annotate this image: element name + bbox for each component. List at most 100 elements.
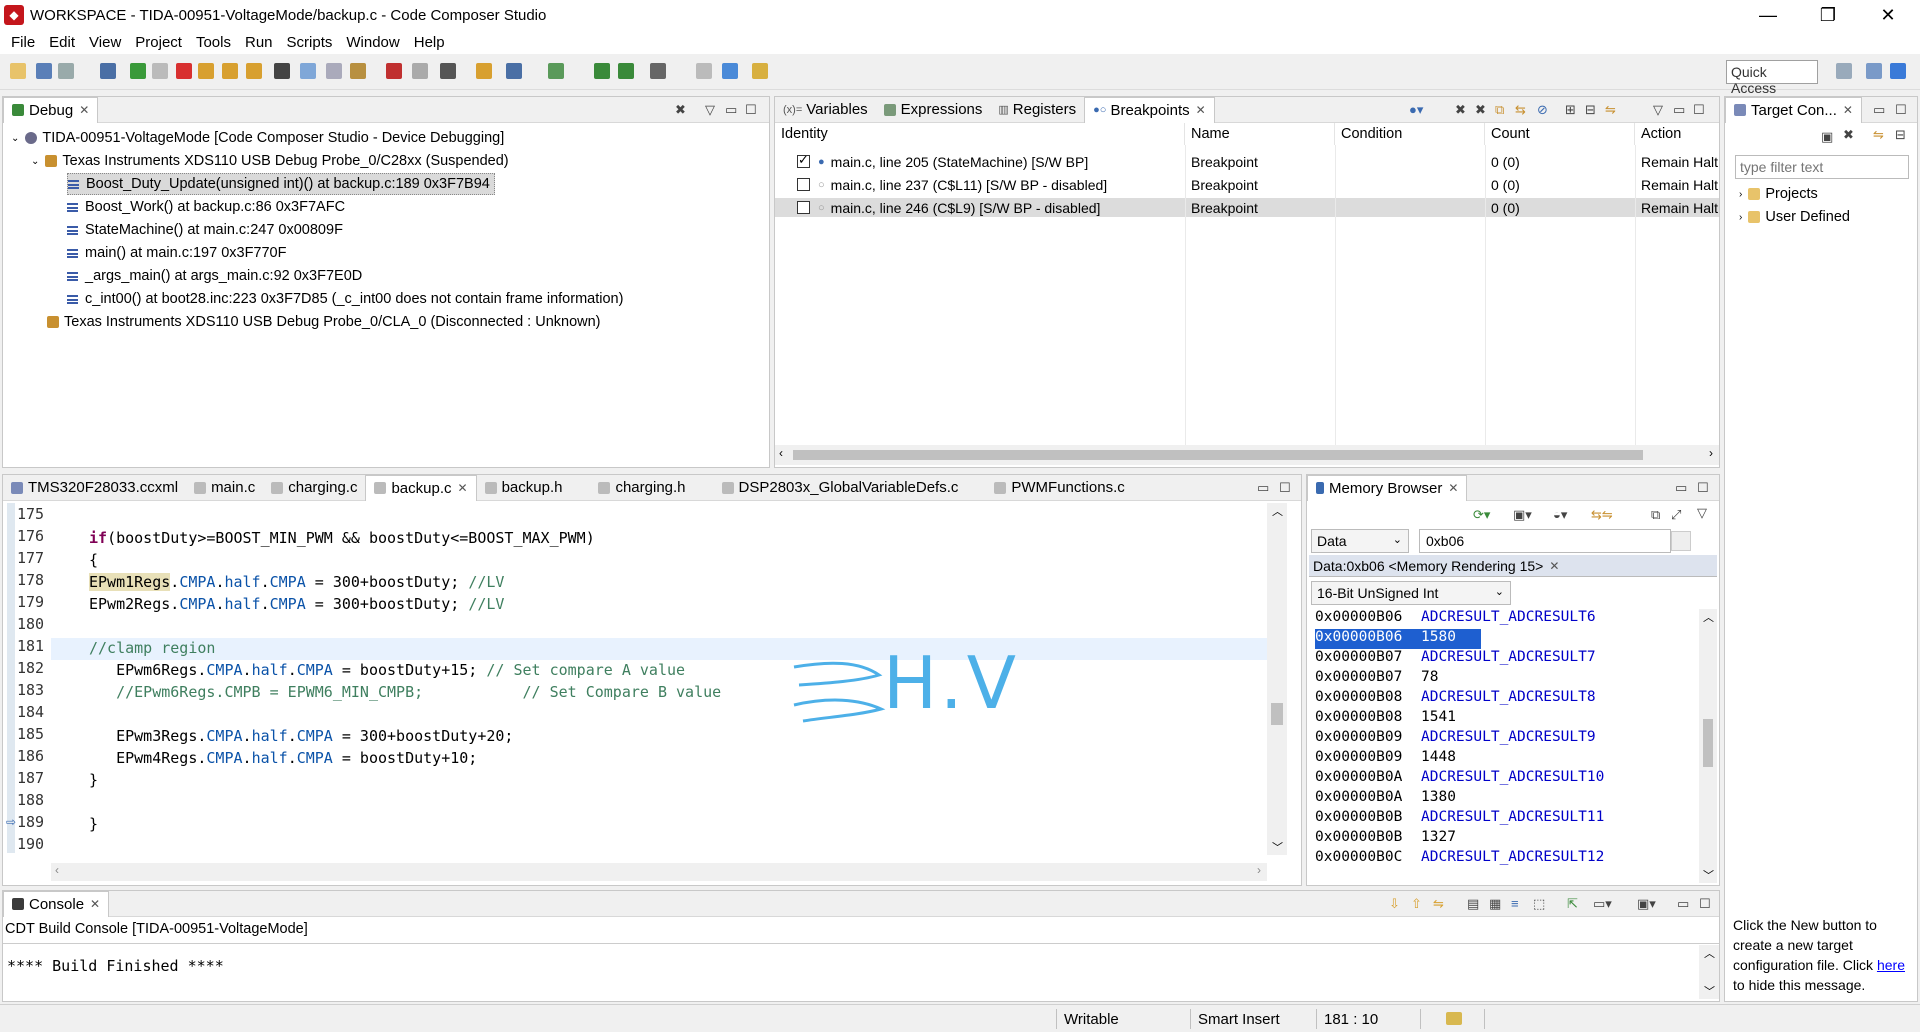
editor-horizontal-scrollbar[interactable]: ‹ › xyxy=(51,863,1267,881)
menu-project[interactable]: Project xyxy=(128,34,189,51)
memory-vertical-scrollbar[interactable]: ︿ ﹀ xyxy=(1699,609,1717,883)
console-output[interactable]: **** Build Finished **** xyxy=(7,957,224,975)
tab-dsp2803x-globalvariabledefs-c[interactable]: DSP2803x_GlobalVariableDefs.c xyxy=(714,475,967,501)
scroll-lock-icon[interactable]: ⬚ xyxy=(1533,896,1545,912)
memory-address-input[interactable]: 0xb06 xyxy=(1419,529,1671,553)
tab-backup-c[interactable]: backup.c ✕ xyxy=(365,474,477,501)
new-target-icon[interactable]: ▣ xyxy=(1821,129,1833,145)
minimize-icon[interactable]: ▭ xyxy=(1675,480,1687,496)
breakpoint-checkbox[interactable] xyxy=(797,152,810,168)
memory-value-row[interactable]: 0x00000B09 1448 xyxy=(1315,749,1456,769)
tab-expressions[interactable]: Expressions xyxy=(876,97,991,123)
breakpoint-row[interactable]: ○ main.c, line 237 (C$L11) [S/W BP - dis… xyxy=(775,175,1719,194)
menu-edit[interactable]: Edit xyxy=(42,34,82,51)
target-icon[interactable] xyxy=(506,63,522,79)
display-console-icon[interactable]: ▭▾ xyxy=(1593,896,1612,912)
pin-icon[interactable] xyxy=(752,63,768,79)
disconnect-icon[interactable] xyxy=(326,63,342,79)
save-memory-icon[interactable]: ▣▾ xyxy=(1513,507,1532,523)
delete-icon[interactable]: ✖ xyxy=(1843,127,1854,143)
column-count[interactable]: Count xyxy=(1485,123,1635,145)
memory-symbol-row[interactable]: 0x00000B0C ADCRESULT_ADCRESULT12 xyxy=(1315,849,1604,869)
ccs-debug-perspective-icon[interactable] xyxy=(1890,63,1906,79)
save-icon[interactable] xyxy=(36,63,52,79)
column-identity[interactable]: Identity xyxy=(775,123,1185,145)
breakpoint-row[interactable]: ● main.c, line 205 (StateMachine) [S/W B… xyxy=(775,152,1719,171)
open-console-icon[interactable]: ▣▾ xyxy=(1637,896,1656,912)
remove-terminated-icon[interactable]: ✖ xyxy=(675,102,686,118)
remove-breakpoint-icon[interactable]: ✖ xyxy=(1455,102,1466,118)
close-icon[interactable]: ✕ xyxy=(79,103,89,117)
debug-settings-icon[interactable] xyxy=(548,63,564,79)
close-icon[interactable]: ✕ xyxy=(458,481,468,495)
collapse-icon[interactable]: ⊟ xyxy=(1895,127,1906,143)
tree-item-projects[interactable]: › Projects xyxy=(1739,183,1818,205)
tab-breakpoints[interactable]: ●○ Breakpoints ✕ xyxy=(1084,96,1215,123)
expand-all-icon[interactable]: ⊞ xyxy=(1565,102,1576,118)
source-code[interactable]: if(boostDuty>=BOOST_MIN_PWM && boostDuty… xyxy=(89,527,721,835)
close-icon[interactable]: ✕ xyxy=(1843,103,1853,117)
view-menu-icon[interactable]: ▽ xyxy=(1653,102,1663,118)
view-menu-icon[interactable]: ▽ xyxy=(1697,505,1707,521)
new-breakpoint-icon[interactable]: ●▾ xyxy=(1409,102,1423,118)
column-condition[interactable]: Condition xyxy=(1335,123,1485,145)
stack-frame-main[interactable]: main() at main.c:197 0x3F770F xyxy=(67,242,286,264)
hide-message-link[interactable]: here xyxy=(1877,957,1905,973)
go-to-file-icon[interactable]: ⇆ xyxy=(1515,102,1526,118)
grid-icon[interactable] xyxy=(274,63,290,79)
suspend-icon[interactable] xyxy=(152,63,168,79)
stack-frame-c-int00[interactable]: c_int00() at boot28.inc:223 0x3F7D85 (_c… xyxy=(67,288,623,310)
tab-charging-c[interactable]: charging.c xyxy=(263,475,365,501)
maximize-icon[interactable]: ☐ xyxy=(1279,480,1291,496)
tools-icon[interactable] xyxy=(476,63,492,79)
minimize-icon[interactable]: ▭ xyxy=(1677,896,1689,912)
tab-memory-browser[interactable]: Memory Browser ✕ xyxy=(1307,474,1468,501)
memory-icon[interactable] xyxy=(350,63,366,79)
step-return-icon[interactable] xyxy=(246,63,262,79)
menu-help[interactable]: Help xyxy=(407,34,452,51)
maximize-icon[interactable]: ☐ xyxy=(1693,102,1705,118)
maximize-icon[interactable]: ☐ xyxy=(1697,480,1709,496)
minimize-icon[interactable]: ▭ xyxy=(725,102,737,118)
link-icon[interactable]: ⇋ xyxy=(1433,896,1444,912)
memory-symbol-row[interactable]: 0x00000B09 ADCRESULT_ADCRESULT9 xyxy=(1315,729,1596,749)
tab-variables[interactable]: (x)= Variables xyxy=(775,97,876,123)
memory-value-row[interactable]: 0x00000B0A 1380 xyxy=(1315,789,1456,809)
tab-debug[interactable]: Debug ✕ xyxy=(3,96,99,123)
open-perspective-icon[interactable] xyxy=(1836,63,1852,79)
editor-vertical-scrollbar[interactable]: ︿ ﹀ xyxy=(1267,503,1287,855)
memory-value-row[interactable]: 0x00000B07 78 xyxy=(1315,669,1438,689)
tab-tms320f28033-ccxml[interactable]: TMS320F28033.ccxml xyxy=(3,475,186,501)
terminate-icon[interactable] xyxy=(176,63,192,79)
previous-problem-icon[interactable]: ⇧ xyxy=(1411,896,1422,912)
memory-symbol-row[interactable]: 0x00000B08 ADCRESULT_ADCRESULT8 xyxy=(1315,689,1596,709)
load-memory-icon[interactable]: ◒▾ xyxy=(1553,507,1567,523)
pin-console-icon[interactable]: ⇱ xyxy=(1567,896,1578,912)
column-action[interactable]: Action xyxy=(1635,123,1721,145)
minimize-icon[interactable]: ▭ xyxy=(1257,480,1269,496)
tab-backup-h[interactable]: backup.h xyxy=(477,475,571,501)
memory-value-row[interactable]: 0x00000B0B 1327 xyxy=(1315,829,1456,849)
stack-frame-boost-duty-update[interactable]: Boost_Duty_Update(unsigned int)() at bac… xyxy=(67,173,495,195)
link-icon[interactable]: ⇋ xyxy=(1605,102,1616,118)
status-folder-icon[interactable] xyxy=(1446,1012,1462,1025)
menu-window[interactable]: Window xyxy=(339,34,406,51)
stack-frame-args-main[interactable]: _args_main() at args_main.c:92 0x3F7E0D xyxy=(67,265,362,287)
memory-symbol-row[interactable]: 0x00000B07 ADCRESULT_ADCRESULT7 xyxy=(1315,649,1596,669)
minimize-button[interactable]: — xyxy=(1740,0,1796,30)
skip-breakpoints-icon[interactable] xyxy=(412,63,428,79)
filter-input[interactable] xyxy=(1735,155,1909,179)
console-vertical-scrollbar[interactable]: ︿ ﹀ xyxy=(1699,945,1719,999)
link-icon[interactable]: ⇋ xyxy=(1873,127,1884,143)
save-all-icon[interactable] xyxy=(58,63,74,79)
tab-console[interactable]: Console ✕ xyxy=(3,890,110,917)
maximize-icon[interactable]: ☐ xyxy=(1895,102,1907,118)
external-tools-icon[interactable] xyxy=(650,63,666,79)
go-icon[interactable] xyxy=(1671,531,1691,551)
memory-space-select[interactable]: Data ⌄ xyxy=(1311,529,1409,553)
tree-item-probe-cla[interactable]: Texas Instruments XDS110 USB Debug Probe… xyxy=(47,311,601,333)
breakpoint-checkbox[interactable] xyxy=(797,178,810,191)
stack-frame-boost-work[interactable]: Boost_Work() at backup.c:86 0x3F7AFC xyxy=(67,196,345,218)
breakpoint-checkbox[interactable] xyxy=(797,201,810,214)
link-icon[interactable]: ⇆⇋ xyxy=(1591,507,1613,523)
